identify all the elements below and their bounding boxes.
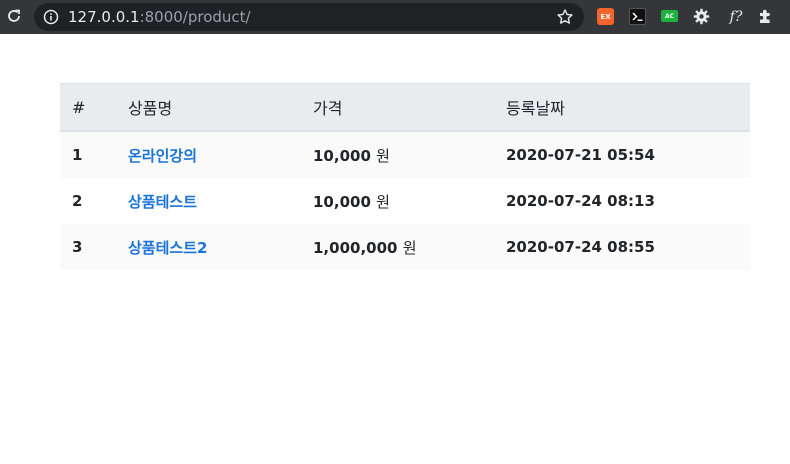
product-table-container: # 상품명 가격 등록날짜 1 온라인강의 10,000 원 2020-07-2… (60, 83, 750, 270)
price-unit: 원 (376, 192, 390, 211)
price-value: 1,000,000 (313, 238, 398, 257)
registered-date: 2020-07-24 08:13 (506, 192, 655, 210)
price-unit: 원 (376, 146, 390, 165)
registered-date: 2020-07-24 08:55 (506, 238, 655, 256)
column-header-date: 등록날짜 (494, 83, 750, 132)
row-number: 2 (72, 192, 83, 210)
price-value: 10,000 (313, 192, 371, 211)
column-header-number: # (60, 83, 116, 132)
table-row: 2 상품테스트 10,000 원 2020-07-24 08:13 (60, 178, 750, 224)
product-name-link[interactable]: 온라인강의 (128, 147, 197, 165)
product-name-link[interactable]: 상품테스트2 (128, 239, 207, 257)
product-name-cell: 상품테스트 (116, 178, 301, 224)
column-header-price: 가격 (301, 83, 494, 132)
price-unit: 원 (402, 238, 417, 257)
fx-extension-icon[interactable]: f? (725, 8, 747, 25)
ex-extension-icon[interactable]: EX (597, 8, 614, 25)
table-row: 3 상품테스트2 1,000,000 원 2020-07-24 08:55 (60, 224, 750, 270)
column-header-name: 상품명 (116, 83, 301, 132)
bookmark-star-icon[interactable] (556, 8, 574, 26)
registered-date: 2020-07-21 05:54 (506, 146, 655, 164)
table-header-row: # 상품명 가격 등록날짜 (60, 83, 750, 132)
price-cell: 1,000,000 원 (301, 224, 494, 270)
terminal-extension-icon[interactable] (629, 8, 646, 25)
browser-toolbar: 127.0.0.1:8000/product/ EX AC f? (0, 0, 790, 34)
gear-icon[interactable] (693, 8, 710, 25)
product-name-cell: 온라인강의 (116, 131, 301, 178)
row-number: 1 (72, 146, 83, 164)
extensions-puzzle-icon[interactable] (757, 8, 774, 25)
product-table: # 상품명 가격 등록날짜 1 온라인강의 10,000 원 2020-07-2… (60, 83, 750, 270)
table-row: 1 온라인강의 10,000 원 2020-07-21 05:54 (60, 131, 750, 178)
ac-extension-icon[interactable]: AC (661, 10, 678, 22)
price-value: 10,000 (313, 146, 371, 165)
product-name-cell: 상품테스트2 (116, 224, 301, 270)
address-bar[interactable]: 127.0.0.1:8000/product/ (34, 3, 584, 31)
price-cell: 10,000 원 (301, 131, 494, 178)
url-text[interactable]: 127.0.0.1:8000/product/ (68, 3, 251, 31)
reload-icon[interactable] (4, 6, 24, 26)
product-name-link[interactable]: 상품테스트 (128, 193, 197, 211)
url-host: 127.0.0.1 (68, 8, 140, 26)
price-cell: 10,000 원 (301, 178, 494, 224)
url-path: :8000/product/ (139, 8, 251, 26)
row-number: 3 (72, 238, 83, 256)
info-icon[interactable] (43, 9, 59, 25)
